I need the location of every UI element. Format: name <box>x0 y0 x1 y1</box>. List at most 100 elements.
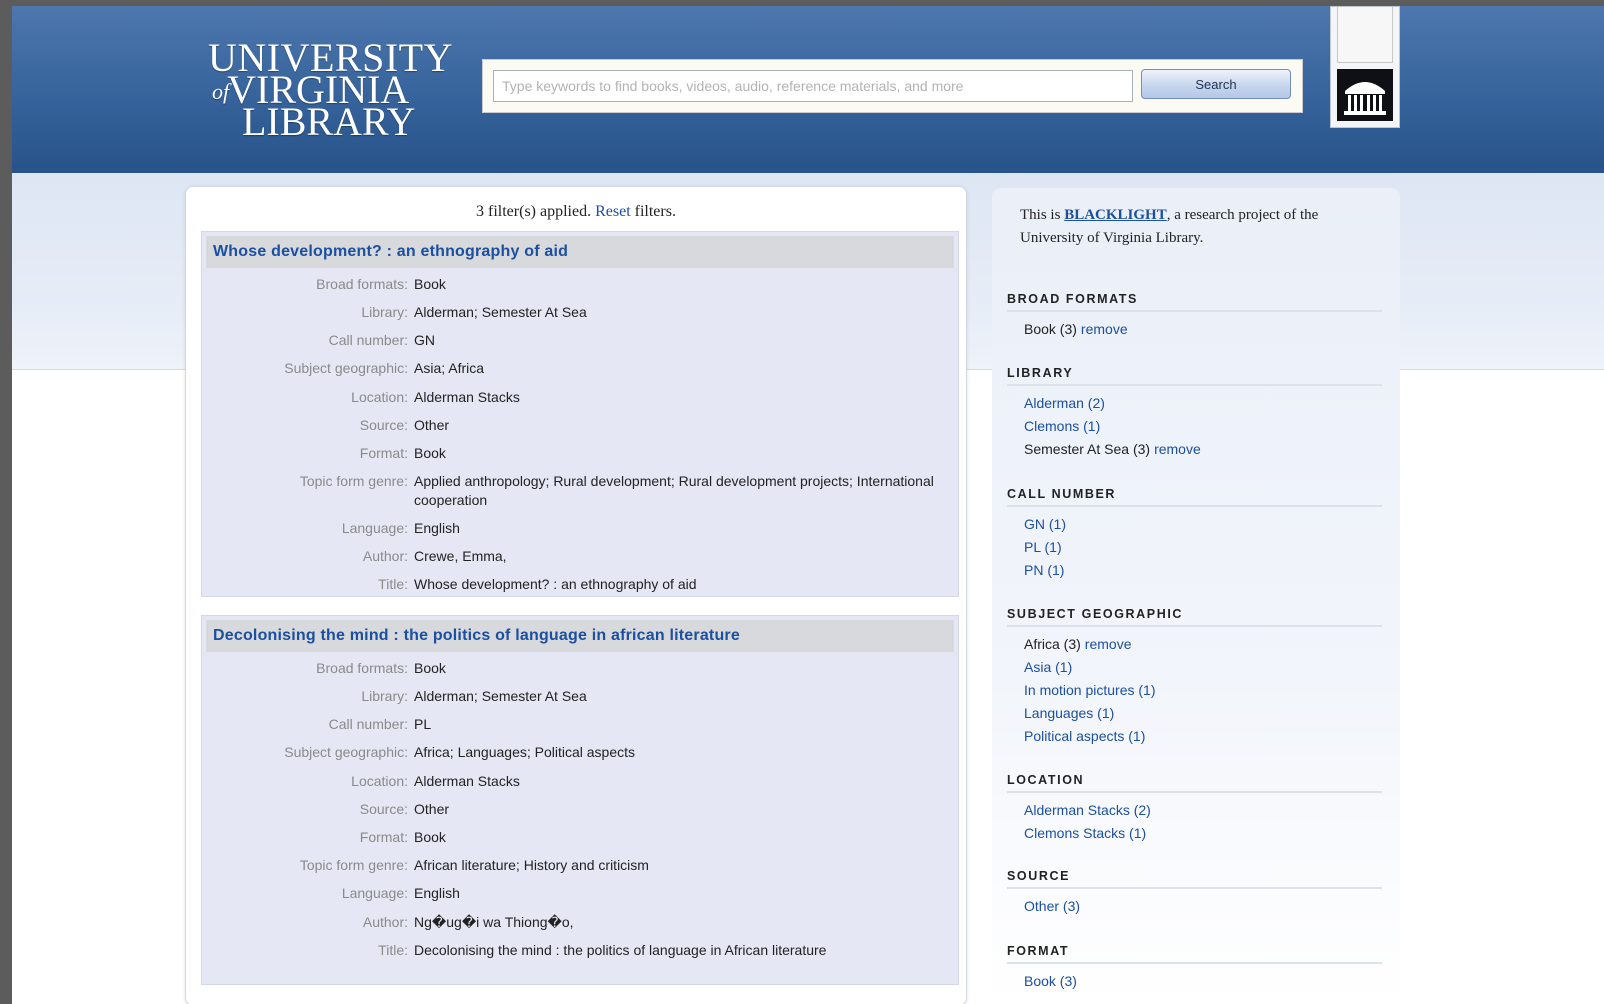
facet-remove-link[interactable]: remove <box>1154 441 1201 457</box>
field-value: Book <box>414 276 446 292</box>
facet-source: SOURCE Other (3) <box>1007 869 1382 919</box>
rotunda-logo-top <box>1337 7 1393 63</box>
facet-item-link[interactable]: GN (1) <box>1024 515 1066 533</box>
library-logo[interactable]: UNIVERSITY ofVIRGINIA LIBRARY <box>208 36 452 146</box>
search-bar: Search <box>482 59 1303 113</box>
field-label: Location: <box>351 773 408 789</box>
field-value: Alderman; Semester At Sea <box>414 304 587 320</box>
search-button[interactable]: Search <box>1141 69 1291 99</box>
result-record: Whose development? : an ethnography of a… <box>201 231 959 597</box>
field-value: African literature; History and criticis… <box>414 857 649 873</box>
filters-summary: 3 filter(s) applied. Reset filters. <box>186 203 966 221</box>
field-label: Library: <box>361 688 408 704</box>
field-value: Ng�ug�i wa Thiong�o, <box>414 914 574 930</box>
facet-library: LIBRARY Alderman (2) Clemons (1) Semeste… <box>1007 366 1382 462</box>
facet-location: LOCATION Alderman Stacks (2) Clemons Sta… <box>1007 773 1382 847</box>
facet-item-label: Semester At Sea (3) <box>1024 441 1151 457</box>
facet-remove-link[interactable]: remove <box>1085 636 1132 652</box>
facet-item-link[interactable]: Alderman (2) <box>1024 394 1105 412</box>
field-label: Topic form genre: <box>299 857 408 873</box>
field-value: Asia; Africa <box>414 360 485 376</box>
filters-tail: filters. <box>634 203 676 220</box>
field-value: Decolonising the mind : the politics of … <box>414 942 827 958</box>
field-label: Title: <box>378 942 408 958</box>
field-value: English <box>414 885 460 901</box>
facet-item-link[interactable]: Other (3) <box>1024 897 1080 915</box>
facet-heading: SUBJECT GEOGRAPHIC <box>1007 607 1382 627</box>
facet-item-selected: Africa (3) remove <box>1024 635 1131 653</box>
facet-item-link[interactable]: Clemons Stacks (1) <box>1024 824 1146 842</box>
field-label: Topic form genre: <box>299 473 408 489</box>
field-value: Other <box>414 801 450 817</box>
facet-heading: FORMAT <box>1007 944 1382 964</box>
field-label: Call number: <box>328 332 408 348</box>
reset-filters-link[interactable]: Reset <box>595 203 631 220</box>
field-label: Subject geographic: <box>284 744 408 760</box>
facet-item-selected: Book (3) remove <box>1024 320 1128 338</box>
record-title-link[interactable]: Decolonising the mind : the politics of … <box>206 620 954 652</box>
facet-item-link[interactable]: Languages (1) <box>1024 704 1114 722</box>
facet-heading: LIBRARY <box>1007 366 1382 386</box>
field-label: Author: <box>362 548 408 564</box>
field-value: Alderman Stacks <box>414 389 520 405</box>
field-label: Broad formats: <box>316 660 408 676</box>
facet-subject-geographic: SUBJECT GEOGRAPHIC Africa (3) remove Asia… <box>1007 607 1382 747</box>
field-label: Format: <box>359 445 408 461</box>
filters-count: 3 filter(s) applied. <box>476 203 592 220</box>
field-label: Call number: <box>328 716 408 732</box>
field-value: Book <box>414 660 446 676</box>
facet-item-link[interactable]: Clemons (1) <box>1024 417 1100 435</box>
page: UNIVERSITY ofVIRGINIA LIBRARY Search 3 f… <box>12 6 1604 1004</box>
record-title-link[interactable]: Whose development? : an ethnography of a… <box>206 236 954 268</box>
field-value: English <box>414 520 460 536</box>
field-label: Language: <box>341 520 408 536</box>
field-label: Library: <box>361 304 408 320</box>
blacklight-link[interactable]: BLACKLIGHT <box>1064 207 1167 223</box>
results-panel: 3 filter(s) applied. Reset filters. Whos… <box>185 186 967 1004</box>
facet-item-label: Book (3) <box>1024 321 1077 337</box>
field-value: GN <box>414 332 435 348</box>
rotunda-icon <box>1337 69 1393 121</box>
field-value: Book <box>414 445 446 461</box>
facet-item-link[interactable]: Alderman Stacks (2) <box>1024 801 1151 819</box>
facet-heading: LOCATION <box>1007 773 1382 793</box>
field-label: Broad formats: <box>316 276 408 292</box>
facet-item-link[interactable]: Political aspects (1) <box>1024 727 1145 745</box>
blacklight-intro: This is BLACKLIGHT, a research project o… <box>1020 204 1370 250</box>
field-label: Title: <box>378 576 408 592</box>
field-value: Other <box>414 417 450 433</box>
facet-remove-link[interactable]: remove <box>1081 321 1128 337</box>
facet-item-link[interactable]: PL (1) <box>1024 538 1062 556</box>
facet-format: FORMAT Book (3) <box>1007 944 1382 994</box>
field-value: Africa; Languages; Political aspects <box>414 744 636 760</box>
field-label: Format: <box>359 829 408 845</box>
facet-heading: CALL NUMBER <box>1007 487 1382 507</box>
logo-line-library: LIBRARY <box>242 99 416 144</box>
field-value: Alderman Stacks <box>414 773 520 789</box>
field-label: Language: <box>341 885 408 901</box>
field-label: Source: <box>359 801 408 817</box>
facet-item-link[interactable]: Asia (1) <box>1024 658 1072 676</box>
facet-item-link[interactable]: Book (3) <box>1024 972 1077 990</box>
result-record: Decolonising the mind : the politics of … <box>201 615 959 985</box>
facet-item-label: Africa (3) <box>1024 636 1081 652</box>
field-label: Source: <box>359 417 408 433</box>
field-label: Location: <box>351 389 408 405</box>
field-value: PL <box>414 716 432 732</box>
facet-item-selected: Semester At Sea (3) remove <box>1024 440 1201 458</box>
facet-item-link[interactable]: In motion pictures (1) <box>1024 681 1156 699</box>
field-value: Book <box>414 829 446 845</box>
field-label: Subject geographic: <box>284 360 408 376</box>
field-value: Applied anthropology; Rural development;… <box>414 473 934 508</box>
search-input[interactable] <box>493 70 1133 102</box>
facet-heading: SOURCE <box>1007 869 1382 889</box>
field-value: Alderman; Semester At Sea <box>414 688 587 704</box>
facet-broad-formats: BROAD FORMATS Book (3) remove <box>1007 292 1382 342</box>
rotunda-icon-graphic <box>1344 82 1386 115</box>
rotunda-logo[interactable] <box>1330 6 1400 128</box>
facet-call-number: CALL NUMBER GN (1) PL (1) PN (1) <box>1007 487 1382 583</box>
field-label: Author: <box>362 914 408 930</box>
intro-pre: This is <box>1020 207 1061 223</box>
field-value: Crewe, Emma, <box>414 548 507 564</box>
facet-item-link[interactable]: PN (1) <box>1024 561 1064 579</box>
